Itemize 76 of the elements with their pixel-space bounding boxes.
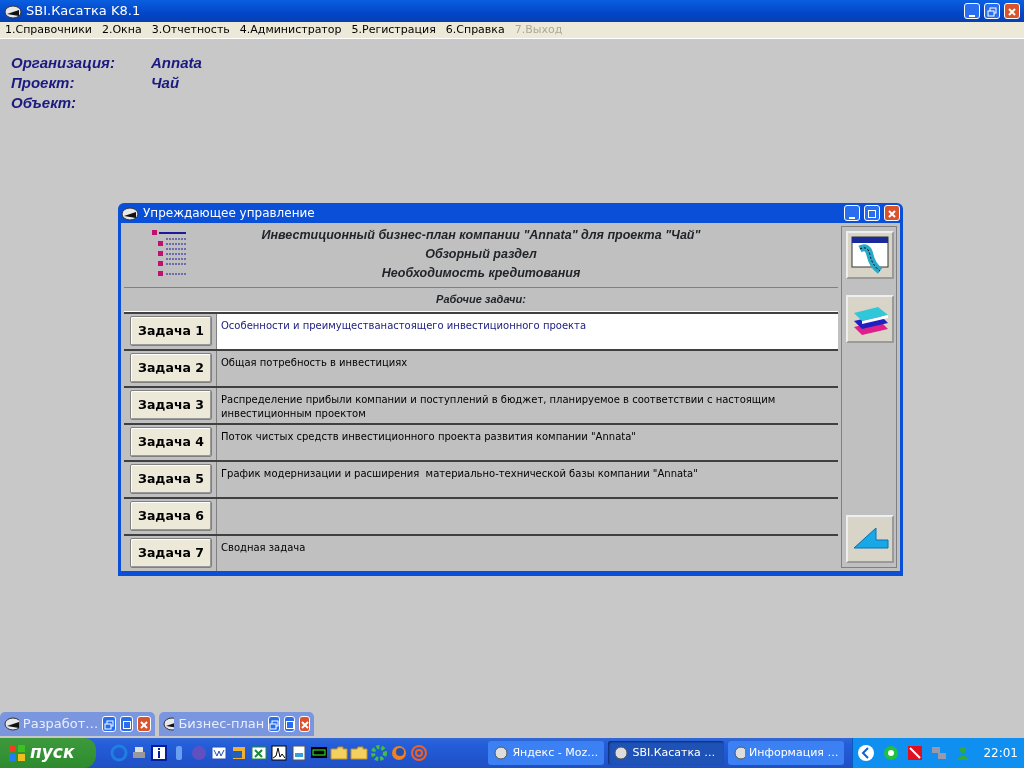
task-button[interactable]: Задача 2 [130, 353, 212, 383]
flower-icon[interactable] [370, 744, 388, 762]
restore-button[interactable] [984, 3, 1000, 19]
minimize-icon [969, 14, 975, 17]
circle-icon [614, 746, 629, 760]
field-value: Чай [151, 73, 180, 93]
taskbar-button[interactable]: Информация … [728, 741, 845, 765]
close-button[interactable] [1004, 3, 1020, 19]
window-title: Разработ… [22, 715, 99, 734]
minimize-button[interactable] [964, 3, 980, 19]
task-button[interactable]: Задача 6 [130, 501, 212, 531]
film-strip-button[interactable] [846, 231, 894, 279]
close-button[interactable] [884, 205, 900, 221]
minimize-button[interactable] [844, 205, 860, 221]
field-label: Организация: [11, 53, 116, 73]
close-button[interactable] [299, 716, 310, 732]
graph-icon[interactable] [270, 744, 288, 762]
task-button[interactable]: Задача 5 [130, 464, 212, 494]
maximize-button[interactable] [284, 716, 296, 732]
close-icon [300, 720, 309, 729]
task-button[interactable]: Задача 7 [130, 538, 212, 568]
chevron-icon[interactable] [857, 744, 876, 762]
restore-button[interactable] [268, 716, 281, 732]
taskbar-button[interactable]: SBI.Касатка … [608, 741, 725, 765]
minimize-icon [849, 216, 855, 219]
maximize-button[interactable] [864, 205, 880, 221]
maximize-icon [122, 720, 131, 729]
restore-button[interactable] [102, 716, 116, 732]
task-button[interactable]: Задача 1 [130, 316, 212, 346]
menu-item[interactable]: 1.Справочники [0, 22, 97, 38]
task-button[interactable]: Задача 4 [130, 427, 212, 457]
app-icon [4, 3, 22, 20]
folder-icon[interactable] [330, 744, 348, 762]
restore-icon [987, 6, 997, 17]
film-strip-icon [850, 235, 890, 275]
spreadsheet-icon[interactable] [250, 744, 268, 762]
maximize-button[interactable] [119, 716, 134, 732]
start-button[interactable]: пуск [0, 738, 96, 768]
back-arrow-button[interactable] [846, 515, 894, 563]
windows-logo-icon [8, 744, 26, 762]
info-icon[interactable] [150, 744, 168, 762]
restore-icon [104, 719, 115, 730]
menu-item[interactable]: 4.Администратор [234, 22, 347, 38]
tasks-label: Рабочие задачи: [124, 287, 838, 312]
window-icon[interactable] [290, 744, 308, 762]
heading-line: Обзорный раздел [424, 246, 538, 263]
field-label: Проект: [11, 73, 76, 93]
books-button[interactable] [846, 295, 894, 343]
close-icon [140, 720, 149, 729]
heading-line: Необходимость кредитования [380, 265, 582, 282]
task-button[interactable]: Задача 3 [130, 390, 212, 420]
window-title: Бизнес-план [178, 715, 265, 734]
field-value: Annata [151, 53, 202, 73]
taskbar-button[interactable]: Яндекс - Moz… [488, 741, 605, 765]
close-icon [888, 209, 896, 218]
start-label: пуск [30, 741, 75, 765]
app-icon [4, 716, 19, 732]
task-description[interactable]: Особенности и преимуществанастоящего инвестиционного проекта [216, 313, 838, 349]
heading-line: Инвестиционный бизнес-план компании "Annata" для проекта "Чай" [260, 227, 702, 244]
maximize-icon [868, 209, 876, 218]
window-title: SBI.Касатка K8.1 [26, 2, 141, 21]
dialog-title: Упреждающее управление [143, 205, 315, 222]
close-icon [1008, 7, 1016, 16]
app-icon [121, 205, 139, 222]
app-icon [163, 716, 175, 732]
restore-icon [269, 719, 280, 730]
folder-icon[interactable] [350, 744, 368, 762]
menu-item[interactable]: 5.Регистрация [346, 22, 441, 38]
circle-icon [494, 746, 509, 760]
clock: 22:01 [983, 745, 1018, 762]
menu-item[interactable]: 2.Окна [96, 22, 147, 38]
menu-item[interactable]: 6.Справка [440, 22, 510, 38]
menu-item[interactable]: 3.Отчетность [146, 22, 235, 38]
field-label: Объект: [11, 93, 78, 113]
close-button[interactable] [137, 716, 151, 732]
maximize-icon [285, 720, 294, 729]
